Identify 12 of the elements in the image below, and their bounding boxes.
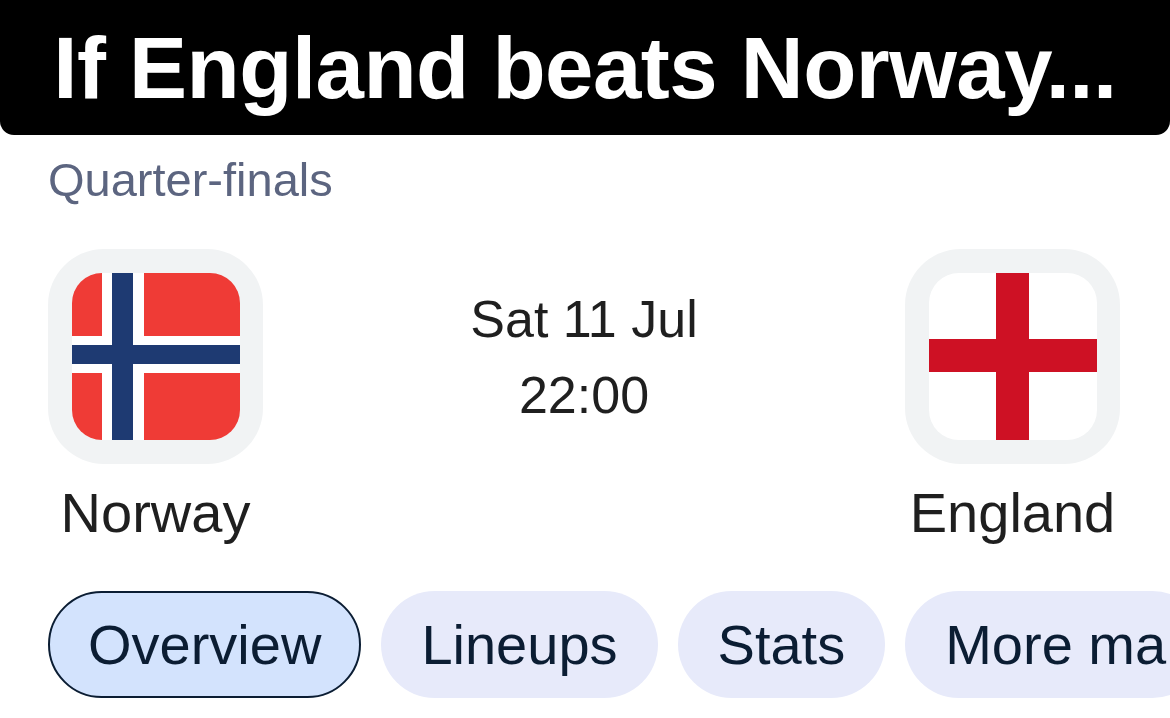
team-name: Norway	[60, 481, 251, 545]
stage-label: Quarter-finals	[48, 153, 333, 207]
team-name: England	[909, 481, 1116, 545]
tab[interactable]: More ma	[905, 591, 1170, 698]
tab[interactable]: Lineups	[381, 591, 658, 698]
tab[interactable]: Overview	[48, 591, 362, 698]
tab[interactable]: Stats	[677, 591, 886, 698]
caption-text: If England beats Norway...	[53, 17, 1117, 118]
norway-flag-icon	[48, 249, 263, 464]
england-flag-icon	[905, 249, 1120, 464]
match-date: Sat 11 Jul	[470, 288, 698, 350]
match-time: 22:00	[518, 364, 650, 426]
